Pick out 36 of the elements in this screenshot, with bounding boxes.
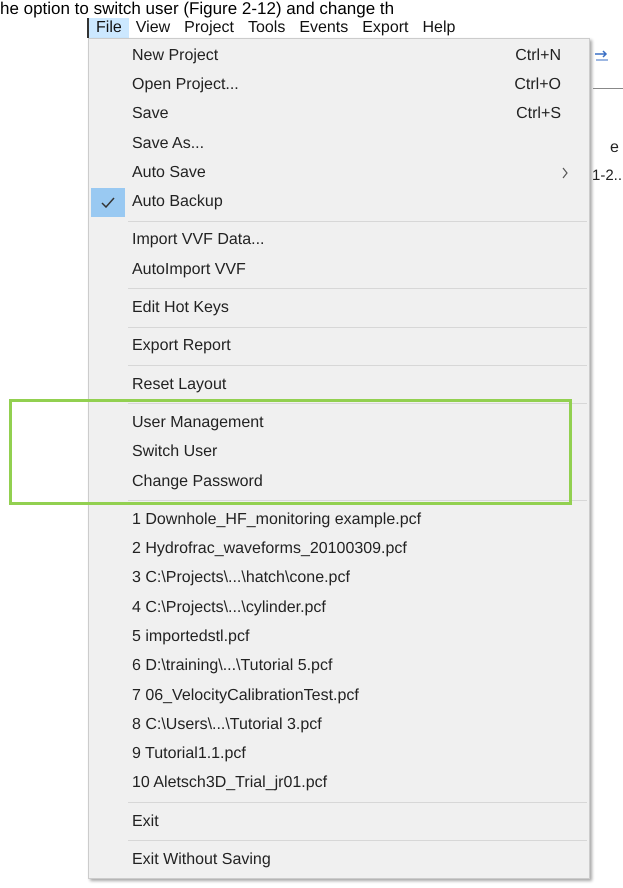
menu-item[interactable]: 2 Hydrofrac_waveforms_20100309.pcf — [89, 534, 589, 564]
menu-item[interactable]: 10 Aletsch3D_Trial_jr01.pcf — [89, 768, 589, 798]
menu-item[interactable]: Auto Backup — [89, 187, 589, 217]
menubar-item[interactable]: Events — [292, 18, 356, 38]
menubar-item[interactable]: File — [89, 18, 129, 38]
menu-item[interactable]: Switch User — [89, 438, 589, 467]
menu-item[interactable]: Open Project... Ctrl+O — [89, 70, 589, 100]
menu-item[interactable]: User Management — [89, 408, 589, 438]
menubar-item[interactable]: View — [128, 18, 178, 38]
menubar-item[interactable]: Tools — [240, 18, 292, 38]
menu-item[interactable]: 7 06_VelocityCalibrationTest.pcf — [89, 680, 589, 710]
menu-item[interactable]: Import VVF Data... — [89, 226, 589, 256]
menu-item[interactable]: 9 Tutorial1.1.pcf — [89, 740, 589, 769]
menu-item[interactable]: Change Password — [89, 466, 589, 496]
menu-item[interactable]: Exit Without Saving — [89, 845, 589, 875]
menu-item[interactable]: Edit Hot Keys — [89, 293, 589, 323]
menu-item[interactable]: 4 C:\Projects\...\cylinder.pcf — [89, 593, 589, 622]
background-text: e — [610, 139, 619, 157]
menu-item[interactable]: 8 C:\Users\...\Tutorial 3.pcf — [89, 710, 589, 740]
menu-item[interactable]: Reset Layout — [89, 370, 589, 400]
menu-item[interactable]: New Project Ctrl+N — [89, 41, 589, 70]
menu-item[interactable]: Auto Save — [89, 158, 589, 188]
menu-item[interactable]: 3 C:\Projects\...\hatch\cone.pcf — [89, 564, 589, 594]
menubar-item[interactable]: Project — [177, 18, 241, 38]
menu-item[interactable]: 6 D:\training\...\Tutorial 5.pcf — [89, 652, 589, 681]
menu-item[interactable]: Export Report — [89, 332, 589, 361]
menu-item[interactable]: AutoImport VVF — [89, 255, 589, 284]
menubar-item[interactable]: Help — [416, 18, 462, 38]
menu-item[interactable]: Save Ctrl+S — [89, 100, 589, 129]
menu-item[interactable]: 5 importedstl.pcf — [89, 622, 589, 652]
menu-item[interactable]: 1 Downhole_HF_monitoring example.pcf — [89, 505, 589, 534]
menubar-item[interactable]: Export — [355, 18, 416, 38]
background-text: 1-2.. — [592, 167, 622, 184]
caption-text: he option to switch user (Figure 2-12) and change th — [0, 0, 396, 18]
menu-item[interactable]: Save As... — [89, 128, 589, 158]
menu-item[interactable]: Exit — [89, 807, 589, 836]
